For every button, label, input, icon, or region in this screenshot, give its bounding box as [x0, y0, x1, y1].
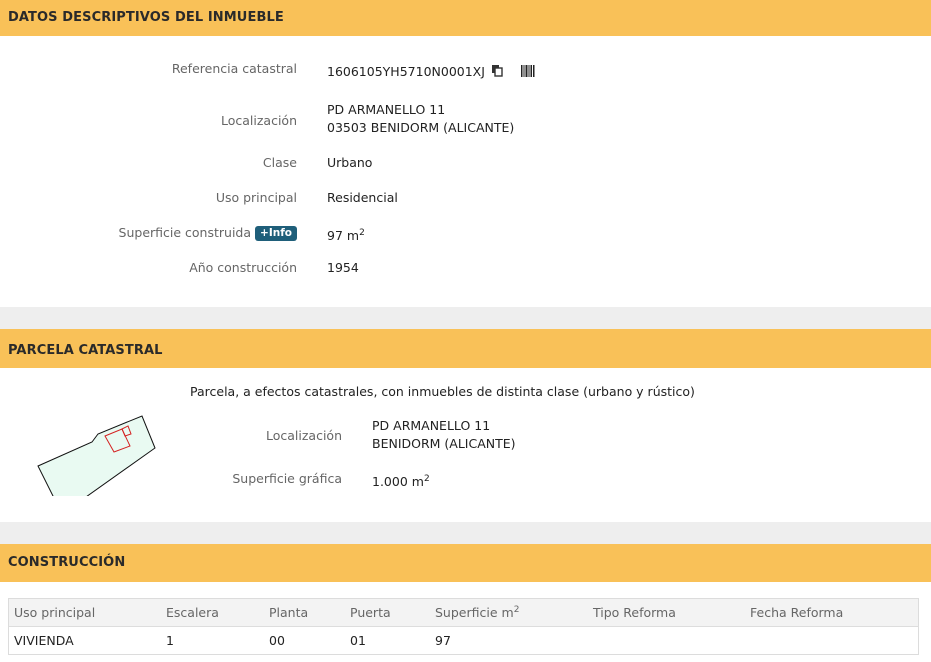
col-header-superficie-sup: 2	[513, 604, 520, 615]
parcela-localizacion-value: PD ARMANELLO 11 BENIDORM (ALICANTE)	[372, 417, 516, 453]
superficie-unit-sup: 2	[359, 228, 365, 238]
panel-gap-2	[0, 522, 931, 544]
cell-superficie: 97	[435, 633, 451, 648]
localizacion-value: PD ARMANELLO 11 03503 BENIDORM (ALICANTE…	[327, 101, 514, 137]
construccion-panel-body: Uso principal Escalera Planta Puerta Sup…	[0, 582, 931, 662]
superficie-value: 97 m	[327, 228, 360, 244]
barcode-icon[interactable]	[520, 64, 535, 82]
superficie-value-wrap: 97 m2	[327, 224, 365, 245]
parcel-map[interactable]	[30, 390, 162, 496]
col-header-fecha-reforma: Fecha Reforma	[745, 598, 919, 627]
anio-value: 1954	[327, 260, 359, 275]
cell-tipo-reforma	[588, 627, 745, 655]
cell-escalera: 1	[166, 633, 174, 648]
parcela-superficie-label: Superficie gráfica	[232, 471, 342, 486]
uso-value: Residencial	[327, 190, 398, 205]
referencia-value-wrap: 1606105YH5710N0001XJ	[327, 63, 535, 82]
datos-panel-title: DATOS DESCRIPTIVOS DEL INMUEBLE	[0, 0, 931, 36]
parcela-localizacion-line1: PD ARMANELLO 11	[372, 418, 491, 433]
col-header-uso: Uso principal	[8, 598, 161, 627]
datos-panel-body: Referencia catastral 1606105YH5710N0001X…	[0, 36, 931, 307]
clase-value: Urbano	[327, 155, 373, 170]
parcela-panel: PARCELA CATASTRAL Parcela, a efectos cat…	[0, 329, 931, 522]
uso-label: Uso principal	[215, 190, 297, 205]
col-header-puerta: Puerta	[345, 598, 430, 627]
localizacion-line1: PD ARMANELLO 11	[327, 102, 446, 117]
localizacion-line2: 03503 BENIDORM (ALICANTE)	[327, 120, 515, 135]
parcela-superficie-value: 1.000 m	[372, 474, 424, 490]
localizacion-label: Localización	[220, 113, 297, 128]
superficie-label: Superficie construida	[118, 225, 252, 240]
cell-puerta: 01	[350, 633, 366, 648]
datos-panel: DATOS DESCRIPTIVOS DEL INMUEBLE Referenc…	[0, 0, 931, 307]
table-header-row: Uso principal Escalera Planta Puerta Sup…	[8, 598, 919, 627]
table-row: VIVIENDA 1 00 01 97	[9, 627, 919, 655]
col-header-escalera: Escalera	[161, 598, 264, 627]
referencia-value: 1606105YH5710N0001XJ	[327, 64, 485, 79]
parcela-panel-body: Parcela, a efectos catastrales, con inmu…	[0, 368, 931, 522]
construccion-panel: CONSTRUCCIÓN Uso principal Escalera Plan…	[0, 544, 931, 662]
construccion-panel-title: CONSTRUCCIÓN	[0, 544, 931, 582]
referencia-label: Referencia catastral	[171, 61, 297, 76]
cell-fecha-reforma	[745, 627, 919, 655]
parcela-localizacion-label: Localización	[265, 428, 342, 443]
col-header-superficie: Superficie m2	[430, 598, 588, 627]
copy-icon[interactable]	[491, 64, 503, 82]
parcela-localizacion-line2: BENIDORM (ALICANTE)	[372, 436, 516, 451]
clase-label: Clase	[262, 155, 297, 170]
superficie-label-wrap: Superficie construida +Info	[119, 225, 297, 241]
parcela-panel-title: PARCELA CATASTRAL	[0, 329, 931, 368]
cell-planta: 00	[269, 633, 285, 648]
parcela-superficie-value-wrap: 1.000 m2	[372, 470, 430, 491]
parcela-description: Parcela, a efectos catastrales, con inmu…	[190, 384, 695, 399]
cell-uso: VIVIENDA	[14, 633, 74, 648]
anio-label: Año construcción	[189, 260, 297, 275]
parcel-shape	[37, 415, 156, 496]
panel-gap	[0, 307, 931, 329]
info-badge-button[interactable]: +Info	[255, 226, 297, 241]
col-header-planta: Planta	[264, 598, 345, 627]
parcela-superficie-unit-sup: 2	[423, 474, 430, 484]
col-header-tipo-reforma: Tipo Reforma	[588, 598, 745, 627]
col-header-superficie-label: Superficie m	[435, 605, 514, 621]
construccion-table: Uso principal Escalera Planta Puerta Sup…	[8, 598, 919, 655]
